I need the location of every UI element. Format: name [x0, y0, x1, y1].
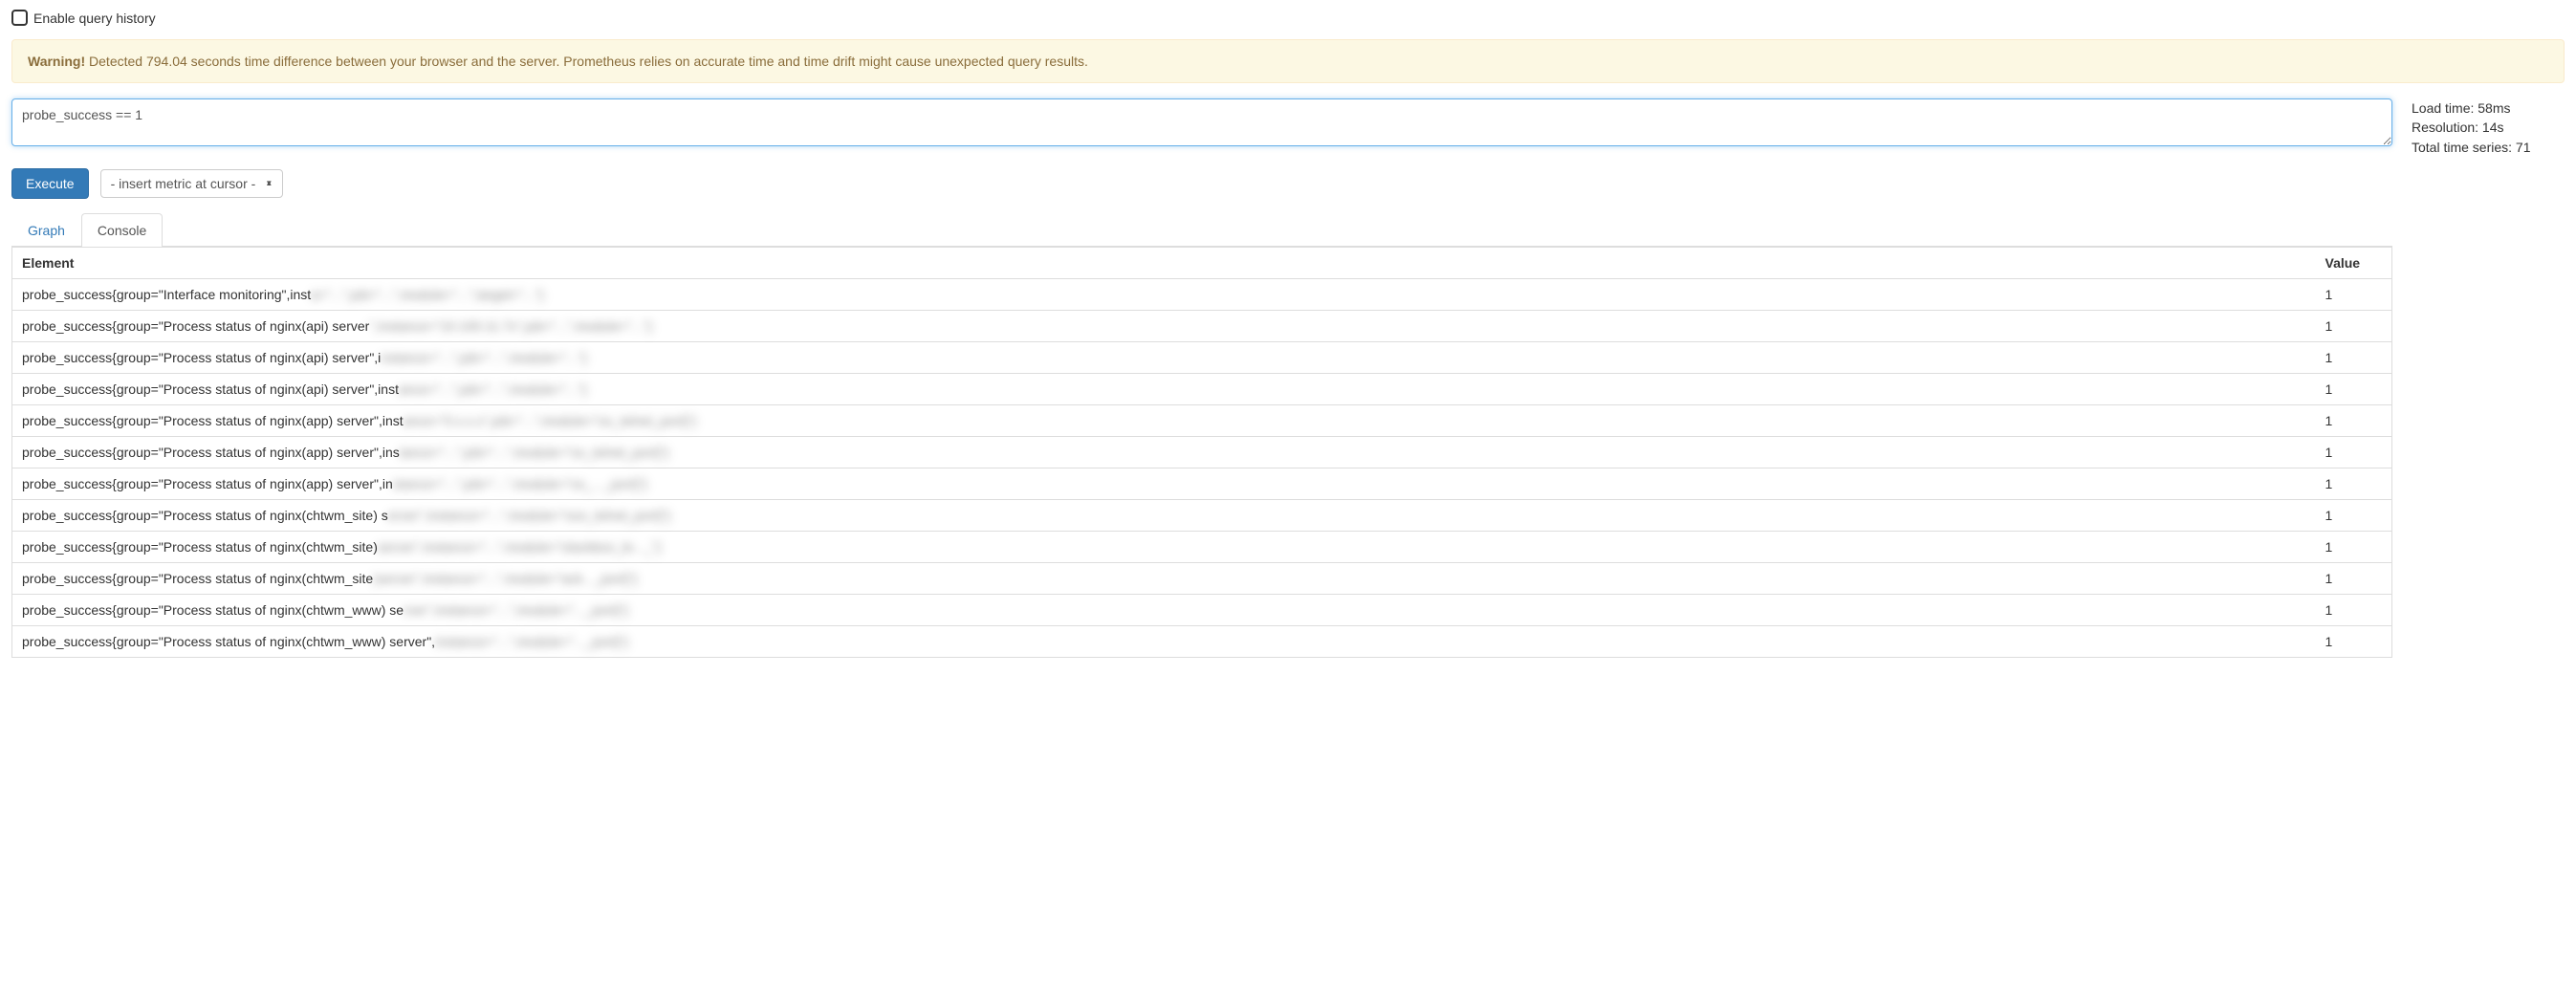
element-redacted: server",instance="...",module="olackbox_…: [378, 539, 661, 555]
element-redacted: ",instance="10.100.11.7x",job="...",modu…: [369, 318, 652, 334]
element-cell: probe_success{group="Process status of n…: [12, 626, 2316, 658]
table-row: probe_success{group="Process status of n…: [12, 342, 2392, 374]
element-cell: probe_success{group="Process status of n…: [12, 595, 2316, 626]
query-stats: Load time: 58ms Resolution: 14s Total ti…: [2412, 98, 2565, 157]
value-cell: 1: [2316, 468, 2392, 500]
element-cell: probe_success{group="Process status of n…: [12, 437, 2316, 468]
element-cell: probe_success{group="Process status of n…: [12, 468, 2316, 500]
element-cell: probe_success{group="Process status of n…: [12, 500, 2316, 532]
element-prefix: probe_success{group="Process status of n…: [22, 381, 399, 397]
value-cell: 1: [2316, 374, 2392, 405]
table-row: probe_success{group="Process status of n…: [12, 311, 2392, 342]
table-row: probe_success{group="Process status of n…: [12, 532, 2392, 563]
element-cell: probe_success{group="Process status of n…: [12, 374, 2316, 405]
element-cell: probe_success{group="Interface monitorin…: [12, 279, 2316, 311]
warning-alert: Warning! Detected 794.04 seconds time di…: [11, 39, 2565, 83]
element-redacted: rver",instance="...",module="..._port]"}: [404, 602, 628, 618]
element-redacted: )server",instance="...",module="ack..._p…: [373, 571, 637, 586]
table-row: probe_success{group="Process status of n…: [12, 374, 2392, 405]
element-cell: probe_success{group="Process status of n…: [12, 311, 2316, 342]
element-prefix: probe_success{group="Process status of n…: [22, 350, 381, 365]
element-prefix: probe_success{group="Process status of n…: [22, 634, 435, 649]
value-cell: 1: [2316, 595, 2392, 626]
col-element-header: Element: [12, 248, 2316, 279]
element-prefix: probe_success{group="Process status of n…: [22, 508, 388, 523]
element-cell: probe_success{group="Process status of n…: [12, 563, 2316, 595]
element-redacted: stance="...",job="...",module="ox_..._po…: [393, 476, 647, 491]
value-cell: 1: [2316, 279, 2392, 311]
element-cell: probe_success{group="Process status of n…: [12, 405, 2316, 437]
element-redacted: instance="...",module="..._port]"}: [435, 634, 628, 649]
table-row: probe_success{group="Process status of n…: [12, 405, 2392, 437]
element-redacted: erver",instance="...",module="oox_telnet…: [388, 508, 671, 523]
value-cell: 1: [2316, 500, 2392, 532]
warning-strong: Warning!: [28, 54, 85, 69]
value-cell: 1: [2316, 311, 2392, 342]
element-prefix: probe_success{group="Process status of n…: [22, 318, 369, 334]
element-prefix: probe_success{group="Process status of n…: [22, 413, 404, 428]
value-cell: 1: [2316, 626, 2392, 658]
value-cell: 1: [2316, 563, 2392, 595]
warning-text: Detected 794.04 seconds time difference …: [85, 54, 1088, 69]
stat-resolution: Resolution: 14s: [2412, 118, 2565, 137]
tab-graph[interactable]: Graph: [11, 213, 81, 247]
element-redacted: nstance="...",job="...",module="..."}: [381, 350, 586, 365]
execute-button[interactable]: Execute: [11, 168, 89, 199]
value-cell: 1: [2316, 532, 2392, 563]
element-prefix: probe_success{group="Interface monitorin…: [22, 287, 311, 302]
stat-total-series: Total time series: 71: [2412, 138, 2565, 157]
element-prefix: probe_success{group="Process status of n…: [22, 602, 404, 618]
value-cell: 1: [2316, 405, 2392, 437]
element-redacted: ance="0.x.x.x",job="...",module="ox_teln…: [404, 413, 697, 428]
element-cell: probe_success{group="Process status of n…: [12, 532, 2316, 563]
tabs: Graph Console: [11, 212, 2392, 247]
col-value-header: Value: [2316, 248, 2392, 279]
table-row: probe_success{group="Process status of n…: [12, 595, 2392, 626]
table-row: probe_success{group="Process status of n…: [12, 437, 2392, 468]
value-cell: 1: [2316, 437, 2392, 468]
enable-history-label: Enable query history: [33, 11, 156, 26]
element-redacted: tance="...",job="...",module="ox_telnet_…: [400, 445, 669, 460]
results-table: Element Value probe_success{group="Inter…: [11, 247, 2392, 658]
table-row: probe_success{group="Process status of n…: [12, 500, 2392, 532]
element-prefix: probe_success{group="Process status of n…: [22, 539, 378, 555]
stat-load-time: Load time: 58ms: [2412, 98, 2565, 118]
table-row: probe_success{group="Process status of n…: [12, 626, 2392, 658]
metric-select-label: - insert metric at cursor -: [111, 176, 256, 191]
enable-history-row: Enable query history: [11, 10, 2565, 26]
table-row: probe_success{group="Interface monitorin…: [12, 279, 2392, 311]
enable-history-checkbox[interactable]: [11, 10, 28, 26]
element-redacted: ance="...",job="...",module="..."}: [399, 381, 587, 397]
table-row: probe_success{group="Process status of n…: [12, 468, 2392, 500]
element-cell: probe_success{group="Process status of n…: [12, 342, 2316, 374]
element-prefix: probe_success{group="Process status of n…: [22, 476, 393, 491]
element-prefix: probe_success{group="Process status of n…: [22, 445, 400, 460]
tab-console[interactable]: Console: [81, 213, 163, 247]
value-cell: 1: [2316, 342, 2392, 374]
query-input[interactable]: [11, 98, 2392, 146]
table-row: probe_success{group="Process status of n…: [12, 563, 2392, 595]
metric-select[interactable]: - insert metric at cursor - ▲▼: [100, 169, 284, 198]
element-redacted: a="...",job="...",module="...",target=".…: [311, 287, 544, 302]
element-prefix: probe_success{group="Process status of n…: [22, 571, 373, 586]
